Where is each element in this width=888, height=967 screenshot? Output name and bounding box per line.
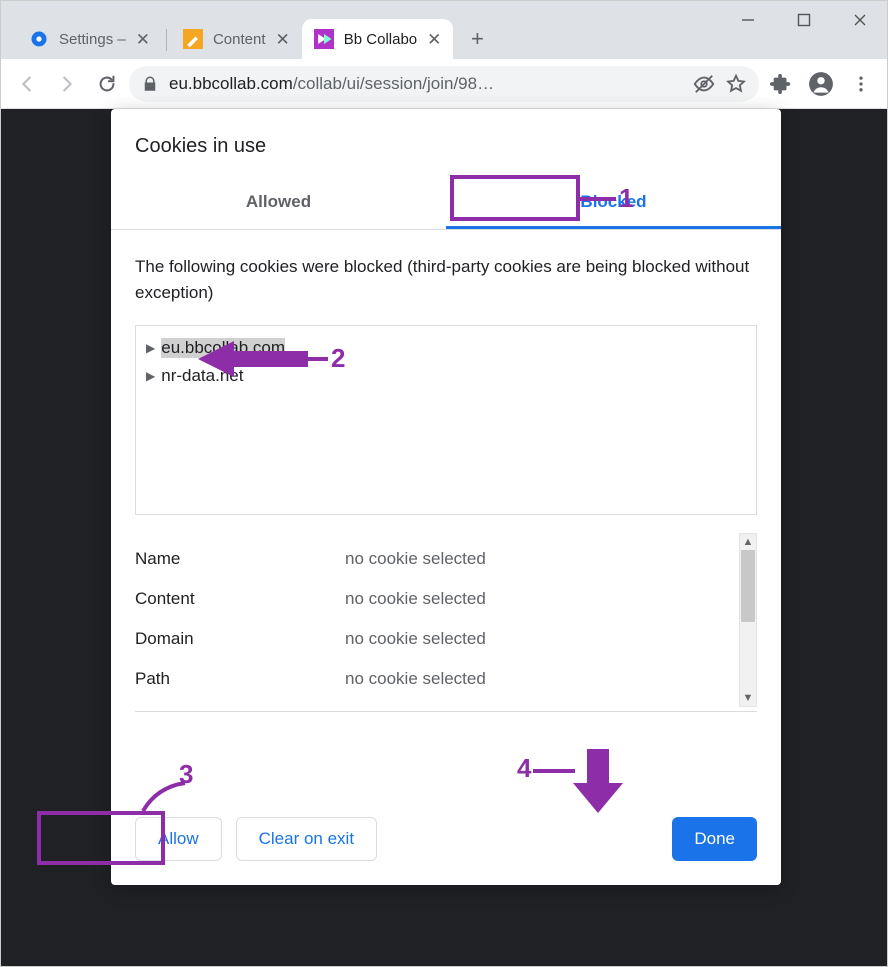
detail-value: no cookie selected bbox=[345, 629, 486, 649]
address-bar[interactable]: eu.bbcollab.com/collab/ui/session/join/9… bbox=[129, 66, 759, 102]
forward-button[interactable] bbox=[49, 66, 85, 102]
dialog-title: Cookies in use bbox=[111, 133, 781, 178]
allow-button[interactable]: Allow bbox=[135, 817, 222, 861]
dialog-description: The following cookies were blocked (thir… bbox=[135, 254, 757, 305]
extensions-button[interactable] bbox=[763, 66, 799, 102]
tab-settings[interactable]: Settings – ✕ bbox=[17, 19, 162, 59]
close-icon[interactable]: ✕ bbox=[276, 31, 290, 48]
detail-value: no cookie selected bbox=[345, 589, 486, 609]
detail-row-domain: Domain no cookie selected bbox=[135, 619, 757, 659]
blocked-domain-list[interactable]: ▶ eu.bbcollab.com ▶ nr-data.net bbox=[135, 325, 757, 515]
gear-icon bbox=[29, 29, 49, 49]
detail-row-content: Content no cookie selected bbox=[135, 579, 757, 619]
tab-allowed[interactable]: Allowed bbox=[111, 178, 446, 229]
clear-on-exit-button[interactable]: Clear on exit bbox=[236, 817, 377, 861]
page-viewport: Cookies in use Allowed Blocked The follo… bbox=[1, 109, 887, 966]
tab-content[interactable]: Content ✕ bbox=[171, 19, 302, 59]
detail-label: Domain bbox=[135, 629, 345, 649]
detail-value: no cookie selected bbox=[345, 669, 486, 689]
domain-item[interactable]: ▶ nr-data.net bbox=[136, 362, 756, 390]
scroll-thumb[interactable] bbox=[741, 550, 755, 622]
window-minimize-button[interactable] bbox=[720, 0, 776, 40]
scroll-down-icon[interactable]: ▼ bbox=[743, 690, 754, 706]
detail-label: Content bbox=[135, 589, 345, 609]
detail-label: Path bbox=[135, 669, 345, 689]
done-button[interactable]: Done bbox=[672, 817, 757, 861]
dialog-buttons: Allow Clear on exit Done bbox=[111, 793, 781, 885]
scroll-up-icon[interactable]: ▲ bbox=[743, 534, 754, 550]
caret-right-icon: ▶ bbox=[146, 341, 155, 355]
lock-icon[interactable] bbox=[141, 75, 159, 93]
eye-off-icon[interactable] bbox=[693, 73, 715, 95]
detail-label: Name bbox=[135, 549, 345, 569]
window-maximize-button[interactable] bbox=[776, 0, 832, 40]
domain-name: nr-data.net bbox=[161, 366, 243, 386]
tab-blocked[interactable]: Blocked bbox=[446, 178, 781, 229]
bb-icon bbox=[314, 29, 334, 49]
detail-row-name: Name no cookie selected bbox=[135, 539, 757, 579]
browser-window: Settings – ✕ Content ✕ Bb Collabo ✕ + bbox=[0, 0, 888, 967]
domain-item[interactable]: ▶ eu.bbcollab.com bbox=[136, 334, 756, 362]
dialog-tabs: Allowed Blocked bbox=[111, 178, 781, 230]
cookie-details: Name no cookie selected Content no cooki… bbox=[135, 515, 757, 712]
tab-separator bbox=[166, 29, 167, 51]
details-scrollbar[interactable]: ▲ ▼ bbox=[739, 533, 757, 707]
dialog-body: The following cookies were blocked (thir… bbox=[111, 230, 781, 793]
back-button[interactable] bbox=[9, 66, 45, 102]
tab-title: Settings – bbox=[59, 31, 126, 48]
profile-button[interactable] bbox=[803, 66, 839, 102]
window-close-button[interactable] bbox=[832, 0, 888, 40]
domain-name: eu.bbcollab.com bbox=[161, 338, 285, 358]
detail-row-path: Path no cookie selected bbox=[135, 659, 757, 699]
tab-title: Content bbox=[213, 31, 266, 48]
caret-right-icon: ▶ bbox=[146, 369, 155, 383]
close-icon[interactable]: ✕ bbox=[427, 31, 441, 48]
toolbar: eu.bbcollab.com/collab/ui/session/join/9… bbox=[1, 59, 887, 109]
menu-button[interactable] bbox=[843, 66, 879, 102]
new-tab-button[interactable]: + bbox=[461, 23, 493, 55]
url-text: eu.bbcollab.com/collab/ui/session/join/9… bbox=[169, 74, 683, 94]
cookies-dialog: Cookies in use Allowed Blocked The follo… bbox=[111, 109, 781, 885]
star-icon[interactable] bbox=[725, 73, 747, 95]
window-controls bbox=[720, 0, 888, 40]
tab-title: Bb Collabo bbox=[344, 31, 417, 48]
tab-bb-collab[interactable]: Bb Collabo ✕ bbox=[302, 19, 454, 59]
detail-value: no cookie selected bbox=[345, 549, 486, 569]
close-icon[interactable]: ✕ bbox=[136, 31, 150, 48]
reload-button[interactable] bbox=[89, 66, 125, 102]
pencil-icon bbox=[183, 29, 203, 49]
